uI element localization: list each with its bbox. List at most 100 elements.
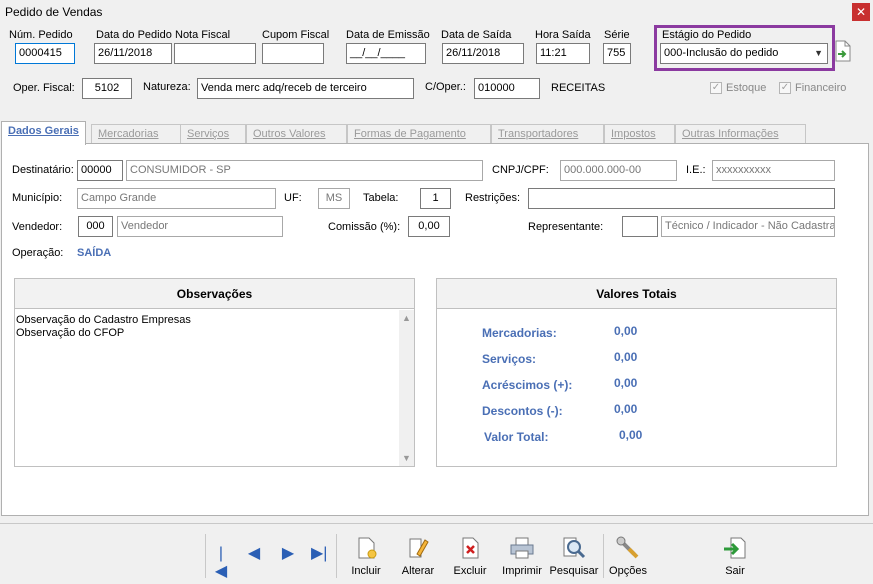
num-pedido-field[interactable]: 0000415: [15, 43, 75, 64]
opcoes-button[interactable]: Opções: [602, 534, 654, 580]
next-record-icon[interactable]: ▶: [280, 545, 296, 563]
financeiro-label: Financeiro: [795, 82, 847, 94]
representante-code-field[interactable]: [622, 216, 658, 237]
toolbar-divider: [0, 523, 873, 524]
restricoes-field[interactable]: [528, 188, 835, 209]
tools-icon: [616, 536, 639, 559]
vendedor-code-field[interactable]: 000: [78, 216, 113, 237]
operacao-label: Operação:: [12, 247, 64, 259]
pesquisar-button[interactable]: Pesquisar: [548, 534, 600, 580]
ie-field[interactable]: xxxxxxxxxx: [712, 160, 835, 181]
document-icon[interactable]: [834, 40, 852, 62]
tab-impostos[interactable]: Impostos: [604, 124, 675, 144]
window-title: Pedido de Vendas: [5, 5, 103, 19]
tab-mercadorias[interactable]: Mercadorias: [91, 124, 184, 144]
tabela-field[interactable]: 1: [420, 188, 451, 209]
tab-dados-gerais[interactable]: Dados Gerais: [1, 121, 86, 145]
estagio-label: Estágio do Pedido: [662, 29, 752, 41]
acrescimos-value: 0,00: [614, 376, 638, 390]
previous-record-icon[interactable]: ◀: [246, 545, 262, 563]
search-icon: [563, 537, 586, 559]
destinatario-label: Destinatário:: [12, 164, 74, 176]
chevron-down-icon: ▼: [814, 48, 823, 58]
servicos-total-label: Serviços:: [482, 352, 537, 366]
representante-name-field[interactable]: Técnico / Indicador - Não Cadastra: [661, 216, 835, 237]
cnpj-field[interactable]: 000.000.000-00: [560, 160, 677, 181]
close-icon[interactable]: ✕: [852, 3, 870, 21]
tab-servicos[interactable]: Serviços: [180, 124, 246, 144]
printer-icon: [510, 537, 534, 559]
descontos-label: Descontos (-):: [482, 404, 563, 418]
alterar-label: Alterar: [401, 565, 435, 577]
estagio-value: 000-Inclusão do pedido: [664, 47, 779, 59]
estoque-checkbox[interactable]: ✓: [710, 82, 722, 94]
scroll-down-icon[interactable]: ▼: [399, 453, 414, 463]
comissao-field[interactable]: 0,00: [408, 216, 450, 237]
nota-fiscal-label: Nota Fiscal: [175, 29, 231, 41]
operacao-value: SAÍDA: [77, 247, 112, 259]
imprimir-button[interactable]: Imprimir: [496, 534, 548, 580]
toolbar-separator: [336, 534, 337, 578]
ie-label: I.E.:: [686, 164, 706, 176]
hora-saida-field[interactable]: 11:21: [536, 43, 590, 64]
cnpj-label: CNPJ/CPF:: [492, 164, 549, 176]
scroll-up-icon[interactable]: ▲: [399, 313, 414, 323]
data-pedido-field[interactable]: 26/11/2018: [94, 43, 172, 64]
first-record-icon[interactable]: |◀: [213, 545, 229, 580]
observacao-line: Observação do CFOP: [16, 327, 125, 339]
uf-label: UF:: [284, 192, 302, 204]
mercadorias-total-value: 0,00: [614, 324, 638, 338]
serie-field[interactable]: 755: [603, 43, 631, 64]
pesquisar-label: Pesquisar: [549, 565, 599, 577]
tab-outras-informacoes[interactable]: Outras Informações: [675, 124, 806, 144]
c-oper-label: C/Oper.:: [425, 81, 466, 93]
num-pedido-label: Núm. Pedido: [9, 29, 73, 41]
delete-icon: [462, 537, 479, 559]
financeiro-checkbox[interactable]: ✓: [779, 82, 791, 94]
serie-label: Série: [604, 29, 630, 41]
sair-button[interactable]: Sair: [709, 534, 761, 580]
observacoes-scrollbar[interactable]: ▲ ▼: [399, 310, 414, 466]
estoque-label: Estoque: [726, 82, 767, 94]
incluir-button[interactable]: Incluir: [340, 534, 392, 580]
toolbar-separator: [205, 534, 206, 578]
c-oper-field[interactable]: 010000: [474, 78, 540, 99]
oper-fiscal-label: Oper. Fiscal:: [13, 82, 75, 94]
cupom-fiscal-field[interactable]: [262, 43, 324, 64]
uf-field[interactable]: MS: [318, 188, 350, 209]
data-pedido-label: Data do Pedido: [96, 29, 172, 41]
hora-saida-label: Hora Saída: [535, 29, 591, 41]
edit-icon: [409, 538, 429, 558]
incluir-label: Incluir: [351, 565, 381, 577]
municipio-field[interactable]: Campo Grande: [77, 188, 276, 209]
imprimir-label: Imprimir: [502, 565, 542, 577]
natureza-label: Natureza:: [143, 81, 191, 93]
natureza-field[interactable]: Venda merc adq/receb de terceiro: [197, 78, 414, 99]
mercadorias-total-label: Mercadorias:: [482, 326, 557, 340]
data-emissao-field[interactable]: __/__/____: [346, 43, 426, 64]
excluir-label: Excluir: [453, 565, 487, 577]
data-saida-label: Data de Saída: [441, 29, 512, 41]
tab-formas-pagamento[interactable]: Formas de Pagamento: [347, 124, 491, 144]
opcoes-label: Opções: [609, 565, 647, 577]
destinatario-code-field[interactable]: 00000: [77, 160, 123, 181]
tab-transportadores[interactable]: Transportadores: [491, 124, 604, 144]
sair-label: Sair: [725, 565, 745, 577]
oper-fiscal-field[interactable]: 5102: [82, 78, 132, 99]
data-saida-field[interactable]: 26/11/2018: [442, 43, 524, 64]
destinatario-name-field[interactable]: CONSUMIDOR - SP: [126, 160, 483, 181]
valor-total-value: 0,00: [619, 428, 643, 442]
alterar-button[interactable]: Alterar: [392, 534, 444, 580]
nota-fiscal-field[interactable]: [174, 43, 256, 64]
cupom-fiscal-label: Cupom Fiscal: [262, 29, 330, 41]
last-record-icon[interactable]: ▶|: [311, 545, 327, 563]
restricoes-label: Restrições:: [465, 192, 521, 204]
observacao-line: Observação do Cadastro Empresas: [16, 314, 191, 326]
vendedor-label: Vendedor:: [12, 221, 63, 233]
tab-outros-valores[interactable]: Outros Valores: [246, 124, 347, 144]
estagio-select[interactable]: 000-Inclusão do pedido ▼: [660, 43, 828, 64]
observacoes-group: Observações Observação do Cadastro Empre…: [14, 278, 415, 467]
observacoes-title: Observações: [15, 279, 414, 309]
excluir-button[interactable]: Excluir: [444, 534, 496, 580]
vendedor-name-field[interactable]: Vendedor: [117, 216, 283, 237]
